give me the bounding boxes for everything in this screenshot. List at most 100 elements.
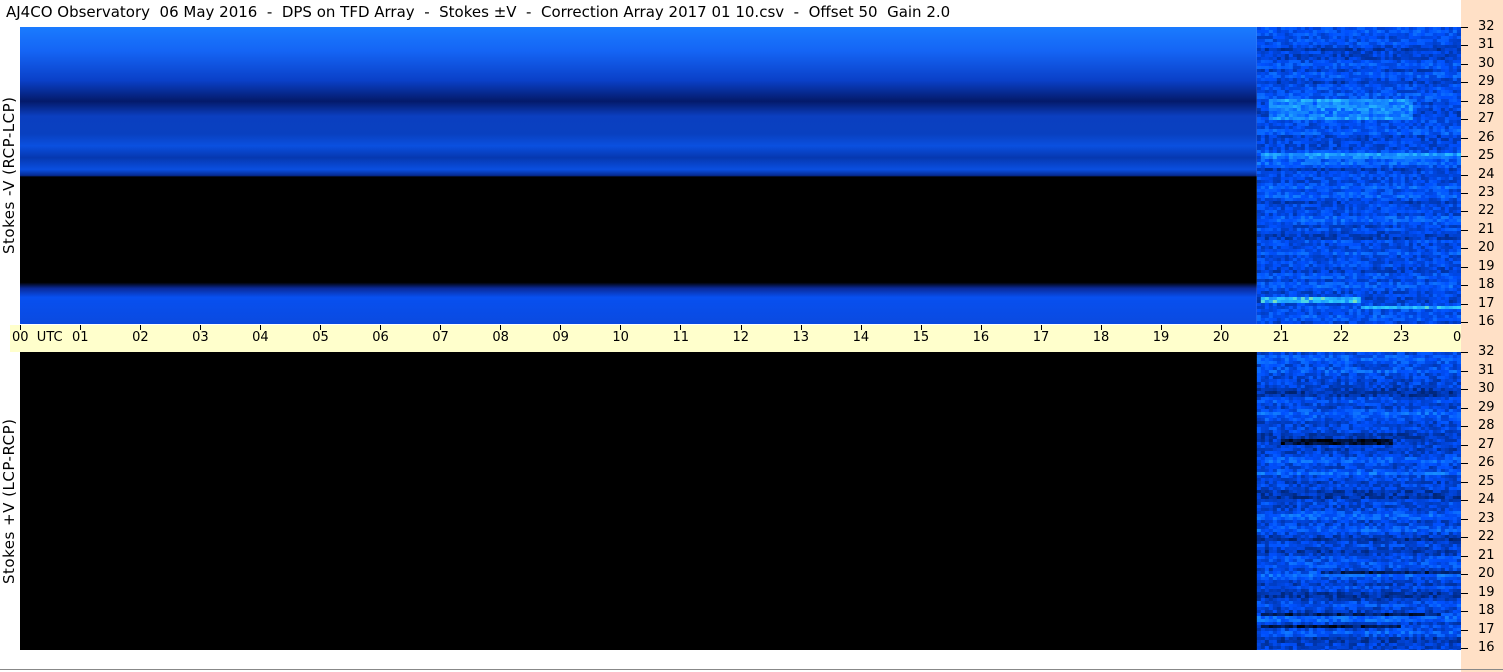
x-tick-mark <box>140 325 142 330</box>
y-tick-mark <box>1461 407 1468 409</box>
y-tick-mark <box>1461 156 1468 158</box>
y-tick-mark <box>1461 174 1468 176</box>
x-tick-mark <box>1220 325 1222 330</box>
x-tick-mark <box>380 325 382 330</box>
y-tick-label: 28 <box>1478 92 1495 108</box>
y-tick-label: 17 <box>1478 621 1495 637</box>
x-tick-label: 00 UTC <box>12 330 63 345</box>
x-tick-label: 05 <box>312 330 329 345</box>
y-tick-mark <box>1461 352 1468 353</box>
y-tick-label: 19 <box>1478 258 1495 274</box>
x-tick-mark <box>740 325 742 330</box>
y-tick-label: 25 <box>1478 473 1495 489</box>
frequency-axis: 16 17 18 19 20 21 22 23 24 25 26 27 28 29 30 31 32 16 17 18… <box>1461 0 1503 672</box>
x-tick-mark <box>80 325 82 330</box>
y-tick-mark <box>1461 370 1468 372</box>
y-tick-mark <box>1461 518 1468 520</box>
x-tick-mark <box>560 325 562 330</box>
spectrogram-data <box>1256 352 1461 650</box>
y-tick-label: 19 <box>1478 584 1495 600</box>
x-tick-label: 01 <box>72 330 89 345</box>
y-tick-label: 29 <box>1478 399 1495 415</box>
y-tick-mark <box>1461 574 1468 575</box>
x-tick-mark <box>1160 325 1162 330</box>
x-tick-label: 03 <box>192 330 209 345</box>
y-tick-label: 27 <box>1478 436 1495 452</box>
y-tick-mark <box>1461 266 1468 268</box>
y-tick-label: 24 <box>1478 166 1495 182</box>
y-tick-label: 25 <box>1478 148 1495 164</box>
y-tick-mark <box>1461 285 1468 287</box>
y-tick-mark <box>1461 322 1468 323</box>
x-tick-label: 17 <box>1032 330 1050 345</box>
x-tick-label: 20 <box>1212 330 1230 345</box>
x-tick-mark <box>20 325 21 330</box>
x-tick-label: 06 <box>372 330 389 345</box>
x-tick-mark <box>440 325 442 330</box>
y-tick-label: 31 <box>1478 37 1495 53</box>
y-tick-mark <box>1461 45 1468 47</box>
x-tick-mark <box>860 325 862 330</box>
spectrogram-bottom <box>20 352 1461 650</box>
y-tick-label: 17 <box>1478 295 1495 311</box>
x-tick-label: 11 <box>672 330 689 345</box>
y-tick-mark <box>1461 303 1468 305</box>
y-tick-label: 28 <box>1478 418 1495 433</box>
x-tick-label: 16 <box>972 330 990 345</box>
y-tick-mark <box>1461 500 1468 501</box>
x-tick-label: 08 <box>492 330 509 345</box>
pre-data-fill <box>20 352 1461 650</box>
bottom-panel-label: Stokes +V (LCP-RCP) <box>0 418 18 584</box>
y-tick-mark <box>1461 229 1468 231</box>
bottom-border <box>0 669 1503 670</box>
x-tick-mark <box>800 325 802 330</box>
y-tick-label: 20 <box>1478 240 1495 256</box>
y-tick-label: 30 <box>1478 381 1495 396</box>
y-tick-mark <box>1461 211 1468 213</box>
x-tick-mark <box>1400 325 1402 330</box>
y-tick-label: 18 <box>1478 277 1495 293</box>
y-tick-label: 31 <box>1478 362 1495 378</box>
x-tick-label: 18 <box>1092 330 1110 345</box>
y-tick-label: 32 <box>1478 19 1495 34</box>
x-tick-label: 04 <box>252 330 269 345</box>
y-tick-label: 23 <box>1478 510 1495 526</box>
pre-data-bands <box>20 27 1257 324</box>
y-tick-mark <box>1461 137 1468 139</box>
x-tick-label: 23 <box>1392 330 1410 345</box>
x-tick-label: 02 <box>132 330 149 345</box>
y-tick-mark <box>1461 426 1468 427</box>
x-tick-mark <box>920 325 922 330</box>
y-tick-label: 16 <box>1478 314 1495 329</box>
y-tick-mark <box>1461 611 1468 612</box>
top-panel-label: Stokes -V (RCP-LCP) <box>0 96 18 255</box>
x-tick-mark <box>200 325 202 330</box>
y-tick-label: 26 <box>1478 129 1495 145</box>
y-tick-label: 16 <box>1478 640 1495 655</box>
x-tick-mark <box>980 325 982 330</box>
time-axis: 00 UTC 01 02 03 04 05 06 07 08 09 10 11 12 13 14 15 16 17… <box>10 325 1502 352</box>
y-tick-label: 21 <box>1478 547 1495 563</box>
y-tick-label: 30 <box>1478 55 1495 71</box>
y-tick-label: 29 <box>1478 74 1495 90</box>
y-tick-label: 24 <box>1478 492 1495 507</box>
y-tick-label: 26 <box>1478 455 1495 470</box>
x-tick-label: 10 <box>612 330 629 345</box>
x-tick-label: 15 <box>912 330 930 345</box>
x-tick-label: 21 <box>1272 330 1290 345</box>
x-tick-mark <box>260 325 262 330</box>
y-tick-mark <box>1461 555 1468 557</box>
spectrogram-data <box>1256 27 1461 324</box>
x-tick-mark <box>680 325 682 330</box>
x-tick-label: 22 <box>1332 330 1350 345</box>
x-tick-label: 19 <box>1152 330 1170 345</box>
x-tick-label: 14 <box>852 330 870 345</box>
x-tick-mark <box>1340 325 1342 330</box>
y-tick-mark <box>1461 119 1468 121</box>
y-tick-label: 20 <box>1478 566 1495 581</box>
y-tick-label: 22 <box>1478 529 1495 544</box>
x-tick-mark <box>1100 325 1102 330</box>
x-tick-mark <box>620 325 622 330</box>
y-tick-mark <box>1461 389 1468 390</box>
y-tick-label: 21 <box>1478 221 1495 237</box>
